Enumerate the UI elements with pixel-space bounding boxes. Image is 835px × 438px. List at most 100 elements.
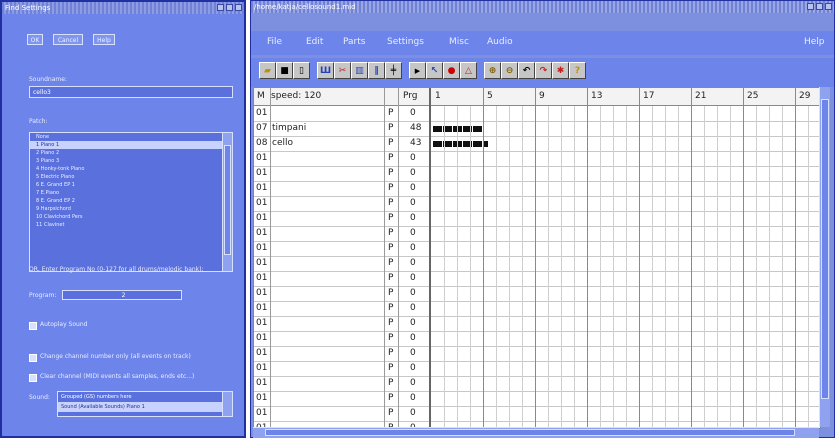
track-patch-flag[interactable]: P <box>388 316 393 331</box>
track-patch-flag[interactable]: P <box>388 196 393 211</box>
track-patch-flag[interactable]: P <box>388 271 393 286</box>
help-icon[interactable]: ? <box>569 62 586 79</box>
track-program[interactable]: 0 <box>410 271 416 286</box>
menu-help[interactable]: Help <box>804 37 825 47</box>
change-channel-checkbox[interactable] <box>29 354 37 362</box>
track-program[interactable]: 0 <box>410 346 416 361</box>
minimize-button[interactable] <box>807 3 814 10</box>
track-row[interactable]: 07 timpani P 48 <box>254 121 820 137</box>
program-slider[interactable]: 2 <box>62 290 182 300</box>
track-program[interactable]: 0 <box>410 391 416 406</box>
maximize-button[interactable] <box>816 3 823 10</box>
patch-item[interactable]: 4 Honky-tonk Piano <box>30 165 232 173</box>
cut-icon[interactable]: ✂ <box>334 62 351 79</box>
track-channel[interactable]: 01 <box>256 361 267 376</box>
track-program[interactable]: 0 <box>410 196 416 211</box>
track-channel[interactable]: 01 <box>256 376 267 391</box>
track-patch-flag[interactable]: P <box>388 301 393 316</box>
undo-icon[interactable]: ↶ <box>518 62 535 79</box>
track-row[interactable]: 01 P 0 <box>254 286 820 302</box>
track-channel[interactable]: 01 <box>256 286 267 301</box>
track-program[interactable]: 0 <box>410 241 416 256</box>
track-row[interactable]: 01 P 0 <box>254 331 820 347</box>
menu-misc[interactable]: Misc <box>449 37 469 47</box>
track-row[interactable]: 01 P 0 <box>254 376 820 392</box>
delete-icon[interactable]: ✱ <box>552 62 569 79</box>
cancel-button[interactable]: Cancel <box>53 34 83 45</box>
clear-channel-checkbox[interactable] <box>29 374 37 382</box>
track-channel[interactable]: 01 <box>256 271 267 286</box>
track-program[interactable]: 0 <box>410 211 416 226</box>
minimize-button[interactable] <box>217 4 224 11</box>
patch-listbox[interactable]: None 1 Piano 12 Piano 23 Piano 34 Honky-t… <box>29 132 233 272</box>
track-patch-flag[interactable]: P <box>388 361 393 376</box>
track-row[interactable]: 01 P 0 <box>254 166 820 182</box>
track-row[interactable]: 01 P 0 <box>254 316 820 332</box>
track-channel[interactable]: 01 <box>256 226 267 241</box>
menu-settings[interactable]: Settings <box>387 37 424 47</box>
split2-icon[interactable]: ╪ <box>385 62 402 79</box>
track-program[interactable]: 0 <box>410 406 416 421</box>
record-icon[interactable]: ● <box>443 62 460 79</box>
track-patch-flag[interactable]: P <box>388 256 393 271</box>
track-row[interactable]: 01 P 0 <box>254 226 820 242</box>
patch-item[interactable]: None <box>30 133 232 141</box>
track-name[interactable]: timpani <box>272 121 306 136</box>
track-row[interactable]: 01 P 0 <box>254 241 820 257</box>
note-block[interactable] <box>433 141 488 147</box>
track-channel[interactable]: 01 <box>256 241 267 256</box>
horizontal-scrollbar[interactable] <box>253 427 819 438</box>
settings-titlebar[interactable]: Find Settings <box>2 2 244 14</box>
track-row[interactable]: 01 P 0 <box>254 106 820 122</box>
track-channel[interactable]: 01 <box>256 301 267 316</box>
track-row[interactable]: 01 P 0 <box>254 406 820 422</box>
track-patch-flag[interactable]: P <box>388 151 393 166</box>
cursor-icon[interactable]: ↖ <box>426 62 443 79</box>
new-icon[interactable]: ▯ <box>293 62 310 79</box>
track-patch-flag[interactable]: P <box>388 241 393 256</box>
split-icon[interactable]: ‖ <box>368 62 385 79</box>
menu-edit[interactable]: Edit <box>306 37 323 47</box>
track-row[interactable]: 01 P 0 <box>254 271 820 287</box>
track-program[interactable]: 0 <box>410 301 416 316</box>
close-button[interactable] <box>825 3 832 10</box>
track-channel[interactable]: 01 <box>256 181 267 196</box>
track-channel[interactable]: 01 <box>256 106 267 121</box>
patch-item[interactable]: 7 E.Piano <box>30 189 232 197</box>
track-row[interactable]: 01 P 0 <box>254 151 820 167</box>
track-channel[interactable]: 01 <box>256 406 267 421</box>
track-patch-flag[interactable]: P <box>388 226 393 241</box>
zoom-out-icon[interactable]: ⊖ <box>501 62 518 79</box>
track-patch-flag[interactable]: P <box>388 391 393 406</box>
track-patch-flag[interactable]: P <box>388 406 393 421</box>
track-patch-flag[interactable]: P <box>388 166 393 181</box>
track-channel[interactable]: 01 <box>256 196 267 211</box>
midi-titlebar[interactable]: /home/katja/cellosound1.mid <box>251 1 834 13</box>
track-patch-flag[interactable]: P <box>388 286 393 301</box>
track-channel[interactable]: 01 <box>256 346 267 361</box>
track-program[interactable]: 0 <box>410 331 416 346</box>
autoplay-checkbox[interactable] <box>29 322 37 330</box>
track-program[interactable]: 0 <box>410 226 416 241</box>
vertical-scrollbar[interactable] <box>819 87 830 427</box>
track-channel[interactable]: 01 <box>256 256 267 271</box>
track-grid[interactable]: M speed: 120 Prg 1 5 9 13 17 21 25 29 01 P 0 07 tim… <box>253 87 821 429</box>
track-row[interactable]: 01 P 0 <box>254 391 820 407</box>
patch-item[interactable]: 6 E. Grand EP 1 <box>30 181 232 189</box>
patch-item[interactable]: 11 Clavinet <box>30 221 232 229</box>
track-patch-flag[interactable]: P <box>388 121 393 136</box>
track-row[interactable]: 01 P 0 <box>254 256 820 272</box>
track-channel[interactable]: 07 <box>256 121 267 136</box>
track-channel[interactable]: 01 <box>256 391 267 406</box>
zoom-in-icon[interactable]: ⊕ <box>484 62 501 79</box>
track-row[interactable]: 01 P 0 <box>254 301 820 317</box>
open-icon[interactable]: ▰ <box>259 62 276 79</box>
header-speed[interactable]: speed: 120 <box>271 89 321 104</box>
maximize-button[interactable] <box>226 4 233 11</box>
menu-file[interactable]: File <box>267 37 282 47</box>
patch-scrollbar[interactable] <box>222 133 232 271</box>
help-button[interactable]: Help <box>93 34 115 45</box>
track-patch-flag[interactable]: P <box>388 376 393 391</box>
track-program[interactable]: 0 <box>410 106 416 121</box>
sound-item-selected[interactable]: Sound (Available Sounds) Piano 1 <box>58 402 223 412</box>
